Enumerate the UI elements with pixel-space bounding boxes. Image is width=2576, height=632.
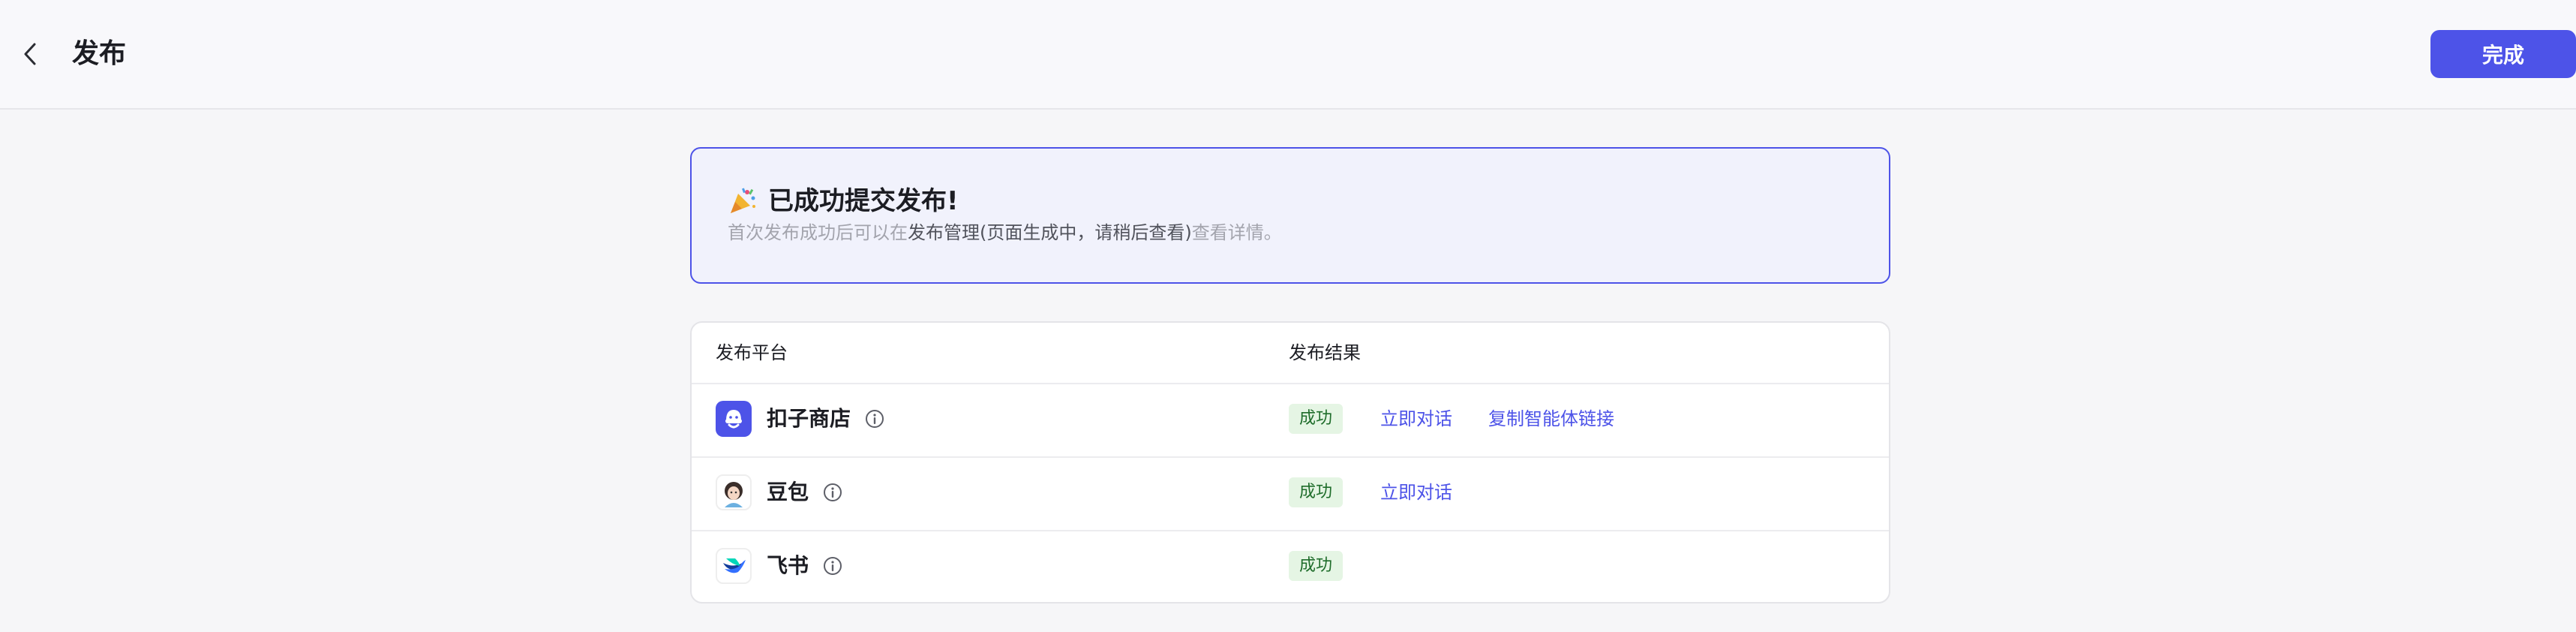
table-header: 发布平台 发布结果 <box>692 323 1889 384</box>
platform-name: 飞书 <box>767 553 809 578</box>
banner-subtitle-prefix: 首次发布成功后可以在 <box>728 222 908 243</box>
column-header-result: 发布结果 <box>1289 342 1361 363</box>
platform-name: 豆包 <box>767 480 809 504</box>
banner-title: 已成功提交发布! <box>728 185 959 218</box>
info-icon[interactable] <box>822 482 843 503</box>
status-badge: 成功 <box>1289 477 1344 507</box>
status-badge: 成功 <box>1289 404 1344 434</box>
back-button[interactable] <box>18 39 42 69</box>
page-title: 发布 <box>72 38 127 69</box>
publish-management-text: 发布管理(页面生成中，请稍后查看) <box>908 222 1192 243</box>
banner-subtitle: 首次发布成功后可以在发布管理(页面生成中，请稍后查看)查看详情。 <box>728 221 1282 245</box>
table-row: 扣子商店 成功 立即对话 复制智能体链接 <box>692 383 1889 458</box>
success-banner: 已成功提交发布! 首次发布成功后可以在发布管理(页面生成中，请稍后查看)查看详情… <box>690 147 1890 284</box>
chat-now-link[interactable]: 立即对话 <box>1380 404 1452 434</box>
info-icon[interactable] <box>822 555 843 576</box>
column-header-platform: 发布平台 <box>716 342 788 363</box>
top-bar: 发布 完成 <box>0 0 2576 110</box>
banner-title-text: 已成功提交发布! <box>768 186 959 216</box>
coze-store-icon <box>716 401 752 437</box>
status-badge: 成功 <box>1289 551 1344 581</box>
party-popper-icon <box>731 188 755 213</box>
done-button[interactable]: 完成 <box>2430 30 2576 78</box>
view-details-link[interactable]: 查看详情。 <box>1192 222 1282 243</box>
table-row: 飞书 成功 <box>692 530 1889 602</box>
info-icon[interactable] <box>864 408 885 429</box>
publish-result-table: 发布平台 发布结果 扣子商店 成功 立即对话 复制智能体链接 豆包 成功 立即对… <box>690 321 1890 603</box>
feishu-icon <box>716 548 752 584</box>
platform-name: 扣子商店 <box>767 406 851 431</box>
chevron-left-icon <box>24 43 36 65</box>
table-row: 豆包 成功 立即对话 <box>692 456 1889 531</box>
copy-agent-link[interactable]: 复制智能体链接 <box>1488 404 1614 434</box>
chat-now-link[interactable]: 立即对话 <box>1380 477 1452 507</box>
doubao-avatar-icon <box>716 474 752 510</box>
